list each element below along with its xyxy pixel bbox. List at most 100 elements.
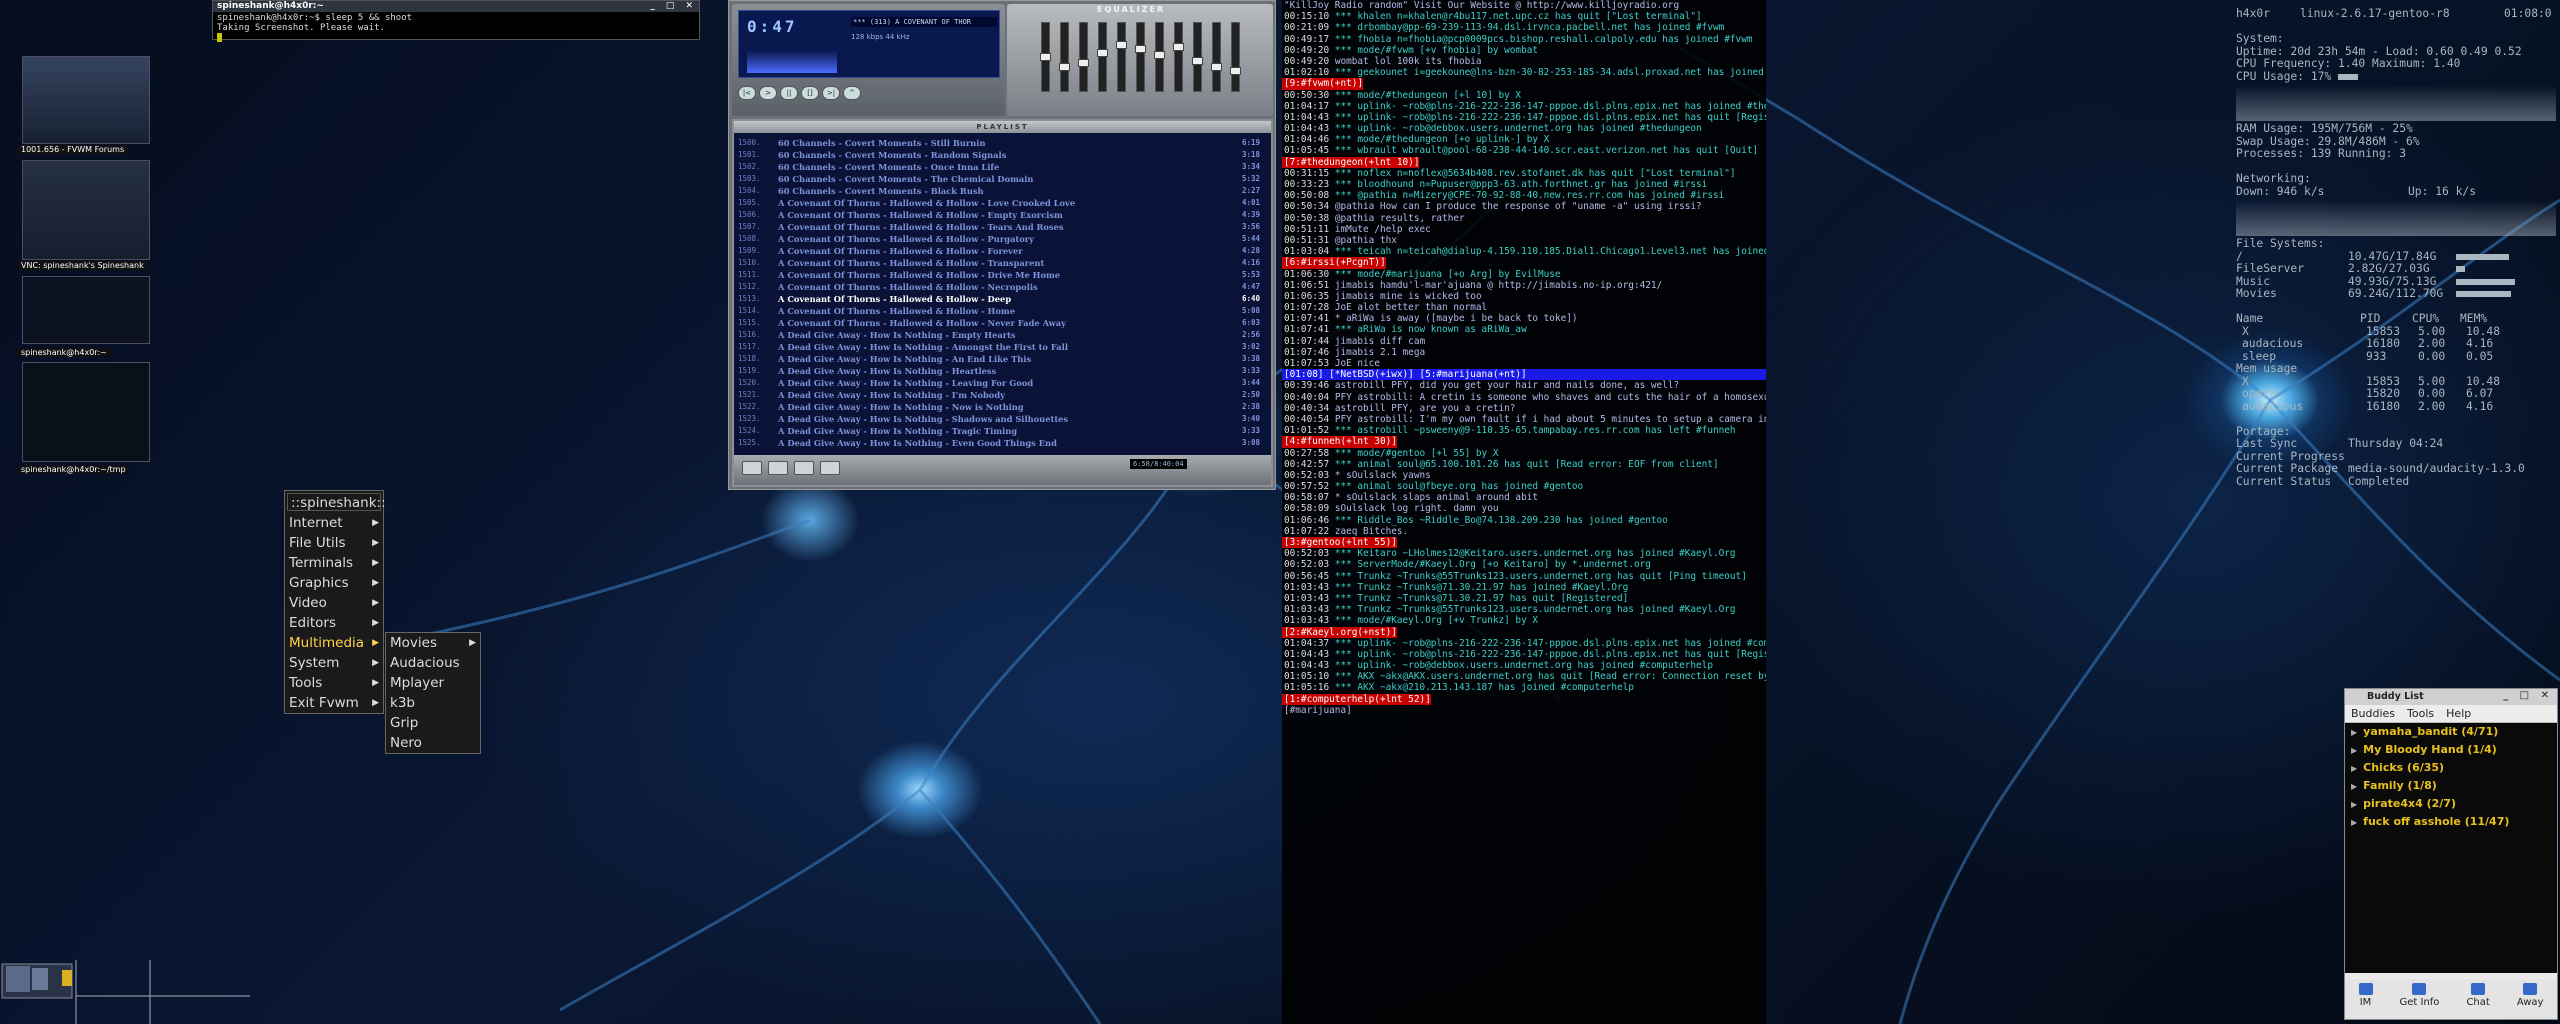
playlist-item[interactable]: 1516. A Dead Give Away - How Is Nothing -… <box>738 329 1260 341</box>
fvwm-root-menu[interactable]: ::spineshank:: Internet ▶ File Utils ▶ Termi… <box>284 490 386 714</box>
playlist-item[interactable]: 1511. A Covenant Of Thorns - Hallowed & H… <box>738 269 1260 281</box>
buddy-list-window[interactable]: Buddy List _ □ ✕ Buddies Tools Help ▶ yamah… <box>2344 688 2558 1020</box>
playlist-item[interactable]: 1522. A Dead Give Away - How Is Nothing -… <box>738 401 1260 413</box>
menu-item-movies[interactable]: Movies ▶ <box>386 633 480 653</box>
menu-item-multimedia[interactable]: Multimedia ▶ <box>285 633 383 653</box>
transport-button[interactable]: >| <box>822 86 840 100</box>
playlist-item[interactable]: 1507. A Covenant Of Thorns - Hallowed & H… <box>738 221 1260 233</box>
footer-button-im[interactable]: IM <box>2358 983 2373 1019</box>
footer-button-chat[interactable]: Chat <box>2466 983 2490 1019</box>
playlist-item[interactable]: 1523. A Dead Give Away - How Is Nothing -… <box>738 413 1260 425</box>
menu-tools[interactable]: Tools <box>2407 705 2434 722</box>
menu-item-tools[interactable]: Tools ▶ <box>285 673 383 693</box>
transport-button[interactable]: || <box>780 86 798 100</box>
playlist-item[interactable]: 1510. A Covenant Of Thorns - Hallowed & H… <box>738 257 1260 269</box>
playlist-item[interactable]: 1504. 60 Channels - Covert Moments - Blac… <box>738 185 1260 197</box>
transport-button[interactable]: [] <box>801 86 819 100</box>
thumbnail-label[interactable]: 1001.656 - FVWM Forums <box>18 145 128 154</box>
window-controls[interactable]: _ □ ✕ <box>650 1 697 12</box>
expand-arrow-icon[interactable]: ▶ <box>2351 746 2357 755</box>
footer-button-get-info[interactable]: Get Info <box>2400 983 2439 1019</box>
eq-slider[interactable] <box>1192 22 1203 92</box>
expand-arrow-icon[interactable]: ▶ <box>2351 818 2357 827</box>
expand-arrow-icon[interactable]: ▶ <box>2351 764 2357 773</box>
menu-item-internet[interactable]: Internet ▶ <box>285 513 383 533</box>
playlist-item[interactable]: 1517. A Dead Give Away - How Is Nothing -… <box>738 341 1260 353</box>
menu-item-terminals[interactable]: Terminals ▶ <box>285 553 383 573</box>
audacious-player[interactable]: 0:47 *** (313) A COVENANT OF THOR 128 kb… <box>728 0 1276 490</box>
select-button[interactable] <box>794 461 814 475</box>
expand-arrow-icon[interactable]: ▶ <box>2351 728 2357 737</box>
transport-button[interactable]: |< <box>738 86 756 100</box>
transport-button[interactable]: > <box>759 86 777 100</box>
playlist-item[interactable]: 1521. A Dead Give Away - How Is Nothing -… <box>738 389 1260 401</box>
buddy-group[interactable]: ▶ yamaha_bandit (4/71) <box>2351 723 2557 741</box>
expand-arrow-icon[interactable]: ▶ <box>2351 800 2357 809</box>
playlist-item[interactable]: 1501. 60 Channels - Covert Moments - Rand… <box>738 149 1260 161</box>
menu-item-mplayer[interactable]: Mplayer <box>386 673 480 693</box>
eq-slider[interactable] <box>1135 22 1146 92</box>
playlist-item[interactable]: 1518. A Dead Give Away - How Is Nothing -… <box>738 353 1260 365</box>
desktop-thumbnail[interactable] <box>22 160 150 260</box>
eq-slider[interactable] <box>1154 22 1165 92</box>
playlist-item[interactable]: 1505. A Covenant Of Thorns - Hallowed & H… <box>738 197 1260 209</box>
eq-slider[interactable] <box>1059 22 1070 92</box>
playlist-item[interactable]: 1520. A Dead Give Away - How Is Nothing -… <box>738 377 1260 389</box>
eq-slider[interactable] <box>1078 22 1089 92</box>
terminal-titlebar[interactable]: spineshank@h4x0r:~ _ □ ✕ <box>213 1 699 12</box>
expand-arrow-icon[interactable]: ▶ <box>2351 782 2357 791</box>
thumbnail-label[interactable]: spineshank@h4x0r:~/tmp <box>18 465 129 474</box>
menu-buddies[interactable]: Buddies <box>2351 705 2395 722</box>
buddy-group[interactable]: ▶ fuck off asshole (11/47) <box>2351 813 2557 831</box>
buddy-group[interactable]: ▶ My Bloody Hand (1/4) <box>2351 741 2557 759</box>
buddy-group[interactable]: ▶ pirate4x4 (2/7) <box>2351 795 2557 813</box>
playlist-item[interactable]: 1513. A Covenant Of Thorns - Hallowed & H… <box>738 293 1260 305</box>
misc-button[interactable] <box>820 461 840 475</box>
eq-slider[interactable] <box>1116 22 1127 92</box>
multimedia-submenu[interactable]: Movies ▶ Audacious Mplayer k3b Grip Nero <box>385 632 481 754</box>
playlist-item[interactable]: 1508. A Covenant Of Thorns - Hallowed & H… <box>738 233 1260 245</box>
eq-slider[interactable] <box>1230 22 1241 92</box>
eq-slider[interactable] <box>1173 22 1184 92</box>
menu-item-editors[interactable]: Editors ▶ <box>285 613 383 633</box>
menu-item-audacious[interactable]: Audacious <box>386 653 480 673</box>
playlist-item[interactable]: 1514. A Covenant Of Thorns - Hallowed & H… <box>738 305 1260 317</box>
eq-slider[interactable] <box>1211 22 1222 92</box>
buddy-group[interactable]: ▶ Chicks (6/35) <box>2351 759 2557 777</box>
transport-button[interactable]: ^ <box>843 86 861 100</box>
menu-help[interactable]: Help <box>2446 705 2471 722</box>
buddy-group[interactable]: ▶ Family (1/8) <box>2351 777 2557 795</box>
desktop-thumbnail[interactable] <box>22 276 150 344</box>
terminal-window[interactable]: spineshank@h4x0r:~ _ □ ✕ spineshank@h4x0… <box>212 0 700 42</box>
footer-button-away[interactable]: Away <box>2517 983 2543 1019</box>
playlist-item[interactable]: 1512. A Covenant Of Thorns - Hallowed & H… <box>738 281 1260 293</box>
menu-item-graphics[interactable]: Graphics ▶ <box>285 573 383 593</box>
menu-item-nero[interactable]: Nero <box>386 733 480 753</box>
desktop-thumbnail[interactable] <box>22 362 150 462</box>
desktop-thumbnail[interactable] <box>22 56 150 144</box>
playlist-item[interactable]: 1519. A Dead Give Away - How Is Nothing -… <box>738 365 1260 377</box>
add-button[interactable] <box>742 461 762 475</box>
menu-item-exit-fvwm[interactable]: Exit Fvwm ▶ <box>285 693 383 713</box>
remove-button[interactable] <box>768 461 788 475</box>
eq-slider[interactable] <box>1097 22 1108 92</box>
menu-item-k3b[interactable]: k3b <box>386 693 480 713</box>
menu-item-video[interactable]: Video ▶ <box>285 593 383 613</box>
playlist-item[interactable]: 1502. 60 Channels - Covert Moments - Once… <box>738 161 1260 173</box>
thumbnail-label[interactable]: spineshank@h4x0r:~ <box>18 348 110 357</box>
playlist-item[interactable]: 1525. A Dead Give Away - How Is Nothing -… <box>738 437 1260 449</box>
window-controls[interactable]: _ □ ✕ <box>2503 690 2553 701</box>
playlist-item[interactable]: 1506. A Covenant Of Thorns - Hallowed & H… <box>738 209 1260 221</box>
fvwm-pager[interactable] <box>0 960 250 1024</box>
menu-item-file-utils[interactable]: File Utils ▶ <box>285 533 383 553</box>
buddy-titlebar[interactable]: Buddy List _ □ ✕ <box>2345 689 2557 705</box>
thumbnail-label[interactable]: VNC: spineshank's Spineshank <box>18 261 147 270</box>
irssi-window[interactable]: "KillJoy Radio random" Visit Our Website… <box>1282 0 1766 1024</box>
playlist-item[interactable]: 1500. 60 Channels - Covert Moments - Stil… <box>738 137 1260 149</box>
menu-item-system[interactable]: System ▶ <box>285 653 383 673</box>
menu-item-grip[interactable]: Grip <box>386 713 480 733</box>
playlist-item[interactable]: 1509. A Covenant Of Thorns - Hallowed & H… <box>738 245 1260 257</box>
playlist-item[interactable]: 1503. 60 Channels - Covert Moments - The … <box>738 173 1260 185</box>
playlist-item[interactable]: 1515. A Covenant Of Thorns - Hallowed & H… <box>738 317 1260 329</box>
eq-slider[interactable] <box>1040 22 1051 92</box>
